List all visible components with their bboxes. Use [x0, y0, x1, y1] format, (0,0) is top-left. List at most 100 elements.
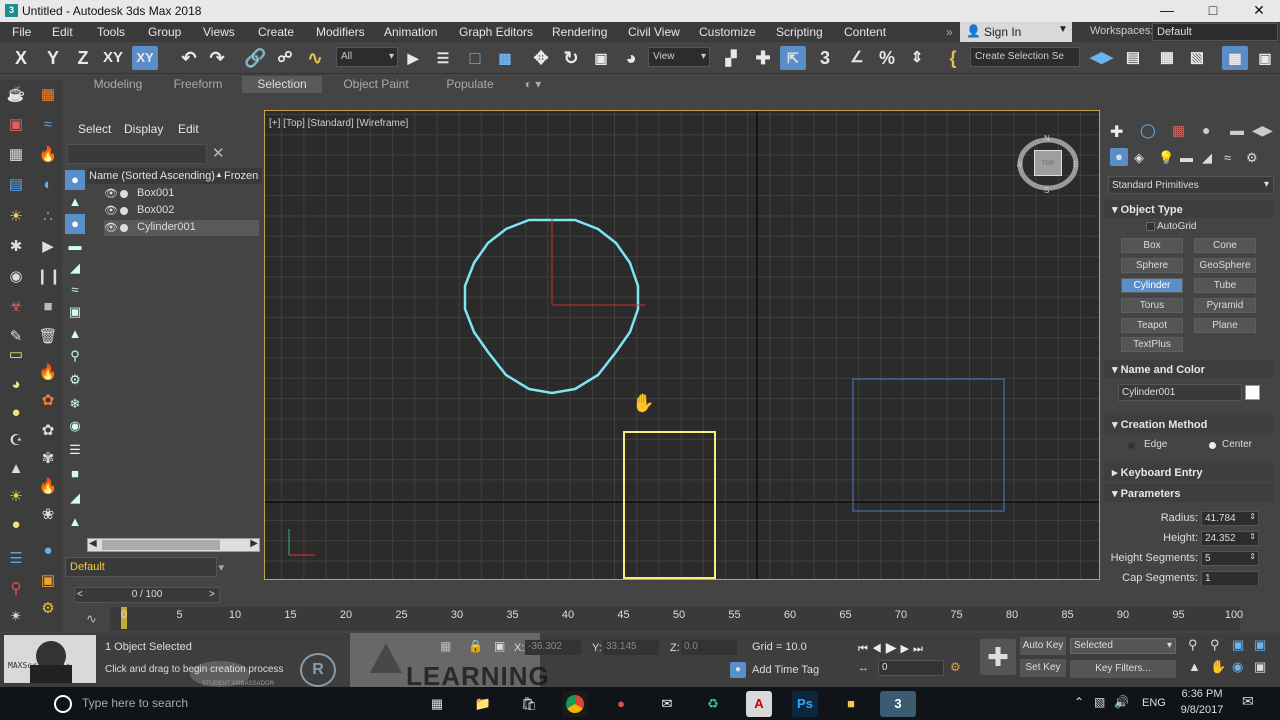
axis-z-button[interactable]: Z — [72, 46, 94, 70]
lights-category-icon[interactable]: 💡 — [1158, 150, 1174, 166]
undo-icon[interactable]: ↶ — [178, 46, 200, 70]
prev-frame-icon[interactable]: < — [77, 588, 83, 602]
fire-icon[interactable]: 🔥 — [36, 144, 60, 166]
spinner-arrows-icon[interactable]: ⇕ — [1249, 512, 1256, 521]
menu-graph-editors[interactable]: Graph Editors — [459, 25, 533, 39]
pause-icon[interactable]: ❙❙ — [36, 266, 61, 288]
layers-icon[interactable]: ■ — [65, 464, 85, 484]
acrobat-icon[interactable]: A — [746, 691, 772, 717]
autogrid-checkbox[interactable] — [1146, 222, 1155, 231]
display-spacewarps-icon[interactable]: ≈ — [65, 280, 85, 300]
maxscript-listener[interactable]: MAXScript Mi: — [4, 635, 96, 683]
light-icon[interactable]: ☀ — [4, 206, 28, 228]
knot-icon[interactable]: ✿ — [36, 420, 60, 442]
layer-explorer-icon[interactable]: ▧ — [1186, 46, 1208, 70]
menu-animation[interactable]: Animation — [384, 25, 437, 39]
flame-icon[interactable]: 🔥 — [36, 476, 60, 498]
box-button[interactable]: Box — [1121, 238, 1183, 253]
teapot-button[interactable]: Teapot — [1121, 318, 1183, 333]
drop-icon[interactable]: ● — [36, 540, 60, 562]
axis-x-button[interactable]: X — [10, 46, 32, 70]
menu-edit[interactable]: Edit — [52, 25, 73, 39]
scroll-thumb[interactable] — [102, 540, 220, 550]
more-tabs-icon[interactable]: ▶ — [1262, 122, 1273, 139]
viewcube[interactable]: N S W E TOP — [1015, 134, 1079, 195]
find-icon[interactable]: ▲ — [65, 512, 85, 532]
prev-key-icon[interactable]: ◀ — [872, 643, 886, 655]
eye-icon[interactable]: 👁 — [104, 187, 118, 200]
next-key-icon[interactable]: ▶ — [901, 643, 913, 655]
explorer-column-header[interactable]: Name (Sorted Ascending) ▲ Frozen — [87, 168, 262, 184]
clock-time[interactable]: 6:36 PM — [1178, 688, 1226, 700]
axis-y-button[interactable]: Y — [42, 46, 64, 70]
viewcube-face[interactable]: TOP — [1034, 150, 1062, 176]
chrome-icon[interactable] — [562, 691, 588, 717]
maximize-button[interactable]: □ — [1190, 0, 1236, 22]
object-type-rollout-header[interactable]: ▾ Object Type — [1104, 200, 1274, 218]
environment-icon[interactable]: ≈ — [36, 114, 60, 136]
spiral-icon[interactable]: ✿ — [36, 390, 60, 412]
select-object-icon[interactable]: ▶ — [402, 46, 424, 70]
pan-view-icon[interactable]: ✋ — [1210, 659, 1226, 675]
set-key-big-button[interactable]: ✚ — [980, 639, 1016, 675]
edit-named-selection-icon[interactable]: { — [942, 46, 964, 70]
display-cameras-icon[interactable]: ▬ — [65, 236, 85, 256]
menu-tools[interactable]: Tools — [97, 25, 125, 39]
explorer-tab-edit[interactable]: Edit — [178, 122, 199, 136]
tab-freeform[interactable]: Freeform — [158, 76, 238, 93]
mirror-icon[interactable]: ◀▶ — [1090, 46, 1113, 70]
explorer-tab-display[interactable]: Display — [124, 122, 163, 136]
z-coordinate-field[interactable]: 0.0 — [681, 640, 737, 655]
tab-modeling[interactable]: Modeling — [78, 76, 158, 93]
paint-icon[interactable]: ● — [608, 691, 634, 717]
cone-button[interactable]: Cone — [1194, 238, 1256, 253]
render-icon[interactable]: ▦ — [36, 84, 60, 106]
menu-civil-view[interactable]: Civil View — [628, 25, 680, 39]
cameras-category-icon[interactable]: ▬ — [1180, 150, 1193, 165]
textplus-button[interactable]: TextPlus — [1121, 337, 1183, 352]
geosphere-button[interactable]: GeoSphere — [1194, 258, 1256, 273]
folder-icon[interactable]: 📁 — [470, 691, 496, 717]
display-groups-icon[interactable]: ▣ — [65, 302, 85, 322]
time-slider[interactable]: < 0 / 100 > — [74, 587, 220, 603]
time-config-icon[interactable]: ⚙ — [950, 660, 961, 674]
tab-selection[interactable]: Selection — [242, 76, 322, 93]
redo-icon[interactable]: ↷ — [206, 46, 228, 70]
percent-snap-icon[interactable]: % — [876, 46, 898, 70]
unlink-icon[interactable]: ☍ — [274, 46, 296, 70]
place-icon[interactable]: ◕ — [620, 46, 642, 70]
eye-icon[interactable]: 👁 — [104, 204, 118, 217]
barrel-icon[interactable]: ▣ — [36, 570, 60, 592]
add-time-tag[interactable]: Add Time Tag — [752, 664, 819, 676]
display-bones-icon[interactable]: ⚲ — [65, 346, 85, 366]
action-center-icon[interactable]: ✉ — [1242, 693, 1254, 710]
particles-icon[interactable]: ∴ — [36, 206, 60, 228]
auto-key-button[interactable]: Auto Key — [1020, 637, 1066, 655]
axis-xy-button[interactable]: XY — [102, 46, 124, 70]
spacewarps-category-icon[interactable]: ≈ — [1224, 150, 1231, 165]
recycle-icon[interactable]: ♻ — [700, 691, 726, 717]
torus-button[interactable]: Torus — [1121, 298, 1183, 313]
move-icon[interactable]: ✥ — [530, 46, 552, 70]
select-by-name-icon[interactable]: ☰ — [432, 46, 454, 70]
ribbon-toggle-icon[interactable]: ▦ — [1222, 46, 1248, 70]
menu-modifiers[interactable]: Modifiers — [316, 25, 365, 39]
menu-overflow-icon[interactable]: » — [946, 25, 953, 39]
height-segments-spinner[interactable]: 5 ⇕ — [1201, 551, 1259, 566]
panel-icon[interactable]: ▭ — [4, 344, 28, 366]
pivot-center-icon[interactable]: ▞ — [720, 46, 742, 70]
scene-explorer-toggle-icon[interactable]: ▦ — [1156, 46, 1178, 70]
play-icon[interactable]: ▶ — [36, 236, 60, 258]
display-geometry-icon[interactable]: ● — [65, 170, 85, 190]
maximize-viewport-icon[interactable]: ▣ — [1254, 659, 1266, 675]
bars-icon[interactable]: ☰ — [4, 548, 28, 570]
zoom-extents-all-icon[interactable]: ▣ — [1254, 637, 1266, 653]
shapes-category-icon[interactable]: ◈ — [1134, 150, 1144, 166]
set-key-button[interactable]: Set Key — [1020, 659, 1066, 677]
sphere-icon[interactable]: ● — [4, 402, 28, 424]
axis-xy-toggle-button[interactable]: XY — [132, 46, 158, 70]
field-of-view-icon[interactable]: ▲ — [1188, 659, 1201, 674]
disc-icon[interactable]: ● — [4, 514, 28, 536]
trash-icon[interactable]: 🗑 — [36, 326, 60, 348]
time-tag-icon[interactable]: ● — [730, 662, 746, 678]
